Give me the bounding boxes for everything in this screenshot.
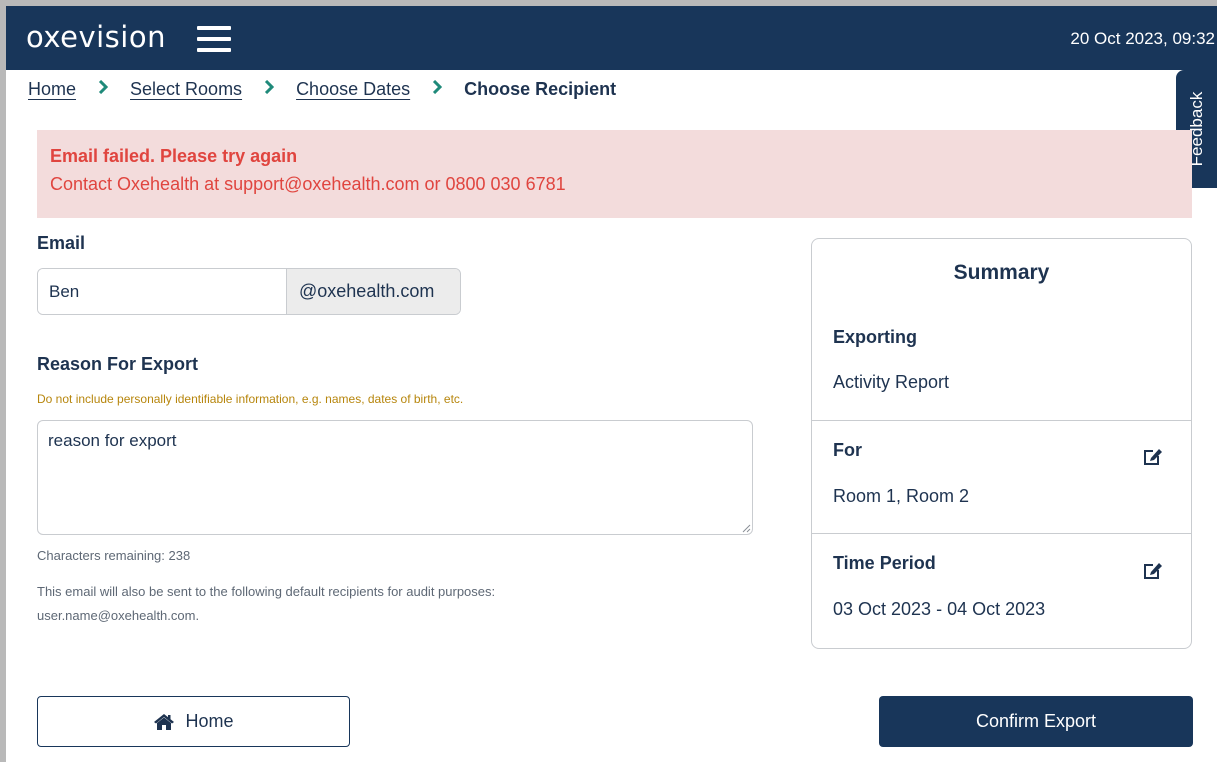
home-icon [154,713,175,730]
email-field-group: @oxehealth.com [37,268,461,315]
alert-title: Email failed. Please try again [50,146,298,166]
email-domain-suffix: @oxehealth.com [287,269,460,314]
email-label: Email [37,233,86,253]
summary-exporting-value: Activity Report [833,372,950,392]
alert-body: Contact Oxehealth at support@oxehealth.c… [50,174,566,194]
characters-remaining: Characters remaining: 238 [37,548,191,563]
edit-rooms-icon[interactable] [1142,445,1164,467]
current-datetime: 20 Oct 2023, 09:32 [1070,29,1215,48]
chevron-right-icon [98,79,109,99]
error-alert: Email failed. Please try again Contact O… [37,130,1192,218]
chevron-right-icon [432,79,443,99]
summary-for-heading: For [833,440,862,460]
breadcrumb-select-rooms[interactable]: Select Rooms [130,79,242,100]
edit-time-period-icon[interactable] [1142,559,1164,581]
breadcrumb-choose-dates[interactable]: Choose Dates [296,79,410,100]
reason-label: Reason For Export [37,354,199,374]
summary-divider [812,533,1191,534]
summary-time-period-heading: Time Period [833,553,936,573]
breadcrumb-home[interactable]: Home [28,79,76,100]
audit-note-line1: This email will also be sent to the foll… [37,584,496,599]
summary-exporting-heading: Exporting [833,327,917,347]
summary-card: Summary Exporting Activity Report For Ro… [811,238,1192,649]
oxevision-logo[interactable]: oxevision [26,20,166,54]
summary-title: Summary [953,261,1050,284]
home-button[interactable]: Home [37,696,350,747]
email-field[interactable] [38,269,287,314]
home-button-label: Home [185,711,234,731]
hamburger-menu-icon[interactable] [197,26,231,52]
summary-divider [812,420,1191,421]
top-bar: oxevision 20 Oct 2023, 09:32 [6,6,1217,70]
confirm-export-button[interactable]: Confirm Export [879,696,1193,747]
audit-note-line2: user.name@oxehealth.com. [37,608,200,623]
resize-grip-icon[interactable] [742,524,751,533]
breadcrumb: Home Select Rooms Choose Dates Choose Re… [28,77,616,101]
summary-time-period-value: 03 Oct 2023 - 04 Oct 2023 [833,599,1046,619]
chevron-right-icon [264,79,275,99]
reason-textarea[interactable] [37,420,753,535]
breadcrumb-current: Choose Recipient [464,78,617,99]
reason-warning: Do not include personally identifiable i… [37,392,464,406]
confirm-export-label: Confirm Export [975,711,1097,731]
summary-for-value: Room 1, Room 2 [833,486,970,506]
